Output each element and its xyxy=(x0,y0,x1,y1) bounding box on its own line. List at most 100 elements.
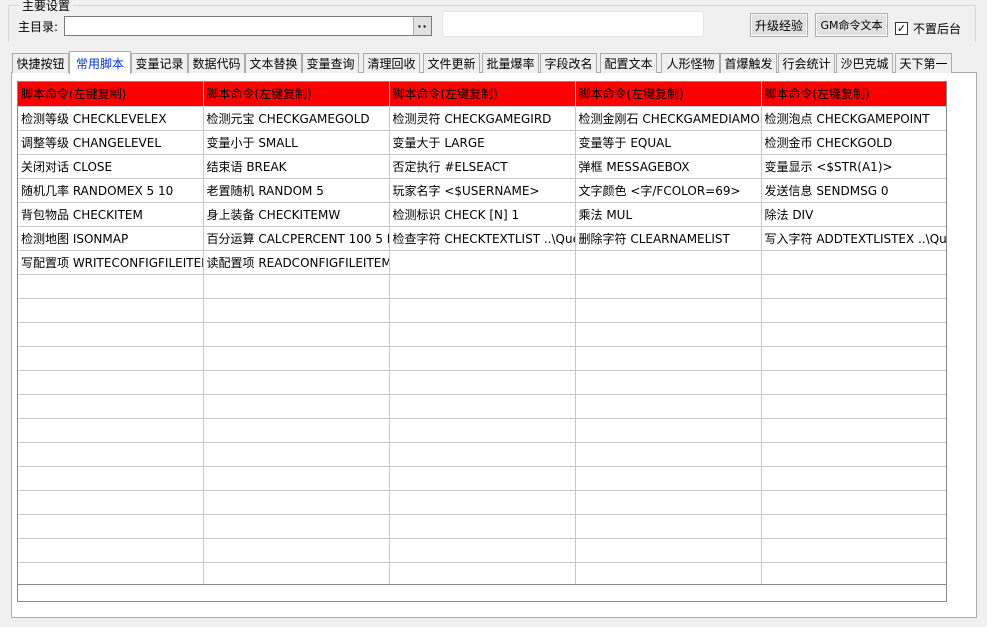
empty-cell[interactable] xyxy=(203,418,390,443)
empty-cell[interactable] xyxy=(761,370,946,395)
command-cell[interactable]: 弹框 MESSAGEBOX xyxy=(575,154,762,179)
empty-cell[interactable] xyxy=(389,322,576,347)
empty-cell[interactable] xyxy=(389,442,576,467)
browse-button[interactable]: ·· xyxy=(413,17,431,35)
tab-9[interactable]: 批量爆率 xyxy=(482,53,539,73)
empty-cell[interactable] xyxy=(18,538,204,563)
empty-cell[interactable] xyxy=(761,490,946,515)
empty-cell[interactable] xyxy=(18,562,204,584)
empty-cell[interactable] xyxy=(18,442,204,467)
tab-1[interactable]: 快捷按钮 xyxy=(12,53,69,73)
command-cell[interactable]: 检测元宝 CHECKGAMEGOLD xyxy=(203,106,390,131)
command-cell[interactable]: 检测泡点 CHECKGAMEPOINT xyxy=(761,106,946,131)
empty-cell[interactable] xyxy=(203,514,390,539)
empty-cell[interactable] xyxy=(761,514,946,539)
empty-cell[interactable] xyxy=(575,274,762,299)
upgrade-exp-button[interactable]: 升级经验 xyxy=(750,13,808,37)
command-cell[interactable]: 调整等级 CHANGELEVEL xyxy=(18,130,204,155)
command-cell[interactable]: 检测金币 CHECKGOLD xyxy=(761,130,946,155)
empty-cell[interactable] xyxy=(389,490,576,515)
command-cell[interactable]: 否定执行 #ELSEACT xyxy=(389,154,576,179)
empty-cell[interactable] xyxy=(203,562,390,584)
empty-cell[interactable] xyxy=(18,466,204,491)
command-cell[interactable]: 背包物品 CHECKITEM xyxy=(18,202,204,227)
tab-10[interactable]: 字段改名 xyxy=(540,53,597,73)
empty-cell[interactable] xyxy=(18,298,204,323)
command-cell[interactable]: 写配置项 WRITECONFIGFILEITEM xyxy=(18,250,204,275)
tab-7[interactable]: 清理回收 xyxy=(363,53,420,73)
empty-cell[interactable] xyxy=(389,466,576,491)
empty-cell[interactable] xyxy=(18,274,204,299)
tab-4[interactable]: 数据代码 xyxy=(188,53,245,73)
empty-cell[interactable] xyxy=(761,298,946,323)
topmost-checkbox[interactable]: ✓ xyxy=(895,22,908,35)
tab-3[interactable]: 变量记录 xyxy=(131,53,188,73)
empty-cell[interactable] xyxy=(203,490,390,515)
command-cell[interactable]: 读配置项 READCONFIGFILEITEM xyxy=(203,250,390,275)
empty-cell[interactable] xyxy=(575,466,762,491)
empty-cell[interactable] xyxy=(575,562,762,584)
empty-cell[interactable] xyxy=(575,418,762,443)
empty-cell[interactable] xyxy=(203,538,390,563)
empty-cell[interactable] xyxy=(203,370,390,395)
column-header[interactable]: 脚本命令(左键复制) xyxy=(203,82,390,107)
command-cell[interactable]: 结束语 BREAK xyxy=(203,154,390,179)
command-cell[interactable]: 检测灵符 CHECKGAMEGIRD xyxy=(389,106,576,131)
empty-cell[interactable] xyxy=(18,370,204,395)
empty-cell[interactable] xyxy=(761,562,946,584)
command-cell[interactable]: 变量大于 LARGE xyxy=(389,130,576,155)
command-cell[interactable] xyxy=(389,250,576,275)
empty-cell[interactable] xyxy=(389,394,576,419)
empty-cell[interactable] xyxy=(575,514,762,539)
empty-cell[interactable] xyxy=(18,394,204,419)
command-cell[interactable]: 关闭对话 CLOSE xyxy=(18,154,204,179)
empty-cell[interactable] xyxy=(761,418,946,443)
command-cell[interactable] xyxy=(575,250,762,275)
empty-cell[interactable] xyxy=(203,394,390,419)
command-cell[interactable]: 写入字符 ADDTEXTLISTEX ..\Qu xyxy=(761,226,946,251)
empty-cell[interactable] xyxy=(18,322,204,347)
empty-cell[interactable] xyxy=(203,322,390,347)
empty-cell[interactable] xyxy=(575,322,762,347)
empty-cell[interactable] xyxy=(761,274,946,299)
command-cell[interactable]: 百分运算 CALCPERCENT 100 5 N xyxy=(203,226,390,251)
empty-cell[interactable] xyxy=(389,298,576,323)
empty-cell[interactable] xyxy=(575,370,762,395)
tab-15[interactable]: 沙巴克城 xyxy=(836,53,893,73)
command-cell[interactable]: 发送信息 SENDMSG 0 xyxy=(761,178,946,203)
command-cell[interactable]: 玩家名字 <$USERNAME> xyxy=(389,178,576,203)
tab-13[interactable]: 首爆触发 xyxy=(720,53,777,73)
empty-cell[interactable] xyxy=(575,346,762,371)
empty-cell[interactable] xyxy=(389,346,576,371)
empty-cell[interactable] xyxy=(203,346,390,371)
empty-cell[interactable] xyxy=(389,562,576,584)
script-command-grid[interactable]: 脚本命令(左键复制) 脚本命令(左键复制) 脚本命令(左键复制) 脚本命令(左键复制)… xyxy=(17,81,947,585)
empty-cell[interactable] xyxy=(18,346,204,371)
command-cell[interactable]: 检测标识 CHECK [N] 1 xyxy=(389,202,576,227)
tab-16[interactable]: 天下第一 xyxy=(895,53,952,73)
tab-14[interactable]: 行会统计 xyxy=(778,53,835,73)
command-cell[interactable]: 检测地图 ISONMAP xyxy=(18,226,204,251)
command-cell[interactable]: 除法 DIV xyxy=(761,202,946,227)
command-cell[interactable]: 检测金刚石 CHECKGAMEDIAMOND xyxy=(575,106,762,131)
empty-cell[interactable] xyxy=(575,538,762,563)
empty-cell[interactable] xyxy=(203,466,390,491)
empty-cell[interactable] xyxy=(575,490,762,515)
empty-cell[interactable] xyxy=(18,418,204,443)
empty-cell[interactable] xyxy=(389,514,576,539)
command-cell[interactable]: 身上装备 CHECKITEMW xyxy=(203,202,390,227)
empty-cell[interactable] xyxy=(575,394,762,419)
empty-cell[interactable] xyxy=(389,274,576,299)
topmost-toggle[interactable]: ✓ 不置后台 xyxy=(895,20,961,37)
tab-6[interactable]: 变量查询 xyxy=(302,53,359,73)
empty-cell[interactable] xyxy=(761,322,946,347)
column-header[interactable]: 脚本命令(左键复制) xyxy=(18,82,204,107)
empty-cell[interactable] xyxy=(575,442,762,467)
empty-cell[interactable] xyxy=(389,370,576,395)
column-header[interactable]: 脚本命令(左键复制) xyxy=(761,82,946,107)
empty-cell[interactable] xyxy=(761,538,946,563)
empty-cell[interactable] xyxy=(203,274,390,299)
empty-cell[interactable] xyxy=(203,298,390,323)
empty-cell[interactable] xyxy=(761,466,946,491)
tab-11[interactable]: 配置文本 xyxy=(600,53,657,73)
